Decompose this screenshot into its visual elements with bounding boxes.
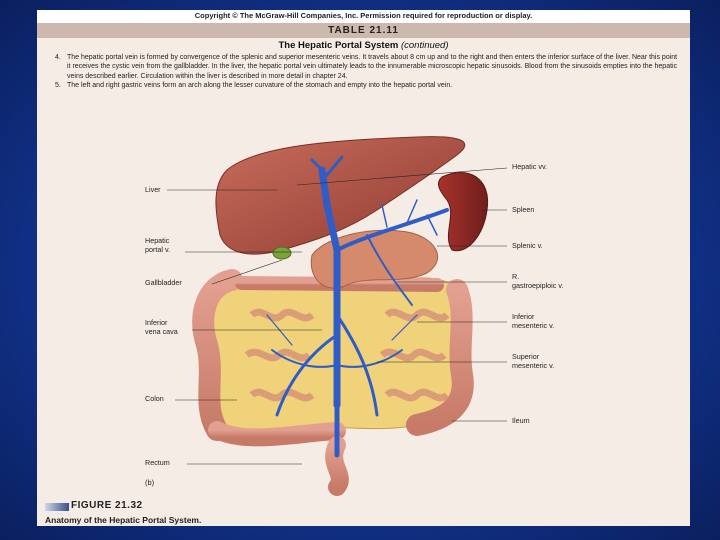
copyright-notice: Copyright © The McGraw-Hill Companies, I…: [194, 11, 533, 20]
label-colon: Colon: [145, 394, 164, 403]
label-superior-mesenteric-v: Superior mesenteric v.: [512, 352, 555, 370]
liver-shape: [215, 136, 466, 255]
anatomy-illustration: Liver Hepatic portal v. Gallbladder Infe…: [37, 115, 690, 500]
label-inferior-vena-cava: Inferior vena cava: [145, 318, 178, 336]
paragraph-text: The hepatic portal vein is formed by con…: [67, 54, 678, 80]
label-splenic-v: Splenic v.: [512, 241, 543, 250]
figure-number: FIGURE 21.32: [71, 500, 143, 511]
anatomy-drawing: [167, 136, 508, 496]
table-header: TABLE 21.11: [37, 23, 690, 38]
label-liver: Liver: [145, 185, 161, 194]
table-paragraph-4: 4. The hepatic portal vein is formed by …: [55, 53, 680, 81]
table-title: The Hepatic Portal System (continued): [37, 40, 690, 51]
table-title-main: The Hepatic Portal System: [278, 40, 401, 51]
label-hepatic-portal-v: Hepatic portal v.: [145, 236, 171, 254]
paragraph-text: The left and right gastric veins form an…: [67, 82, 453, 90]
label-rectum: Rectum: [145, 458, 170, 467]
label-inferior-mesenteric-v: Inferior mesenteric v.: [512, 312, 555, 330]
figure-bar-decoration: [45, 503, 69, 511]
table-paragraph-5: 5. The left and right gastric veins form…: [55, 81, 680, 90]
label-spleen: Spleen: [512, 205, 535, 214]
paragraph-number: 4.: [55, 54, 61, 61]
label-gallbladder: Gallbladder: [145, 278, 182, 287]
label-r-gastroepiploic-v: R. gastroepiploic v.: [512, 272, 564, 290]
table-text: 4. The hepatic portal vein is formed by …: [55, 53, 680, 91]
label-hepatic-vv: Hepatic vv.: [512, 162, 548, 171]
label-ileum: Ileum: [512, 416, 530, 425]
table-title-suffix: (continued): [400, 40, 449, 51]
slide-page: Copyright © The McGraw-Hill Companies, I…: [37, 10, 690, 526]
table-panel: TABLE 21.11 The Hepatic Portal System (c…: [37, 23, 690, 526]
figure-caption: Anatomy of the Hepatic Portal System.: [45, 515, 202, 525]
paragraph-number: 5.: [55, 82, 61, 90]
panel-letter: (b): [145, 478, 155, 487]
gallbladder-shape: [272, 246, 292, 260]
